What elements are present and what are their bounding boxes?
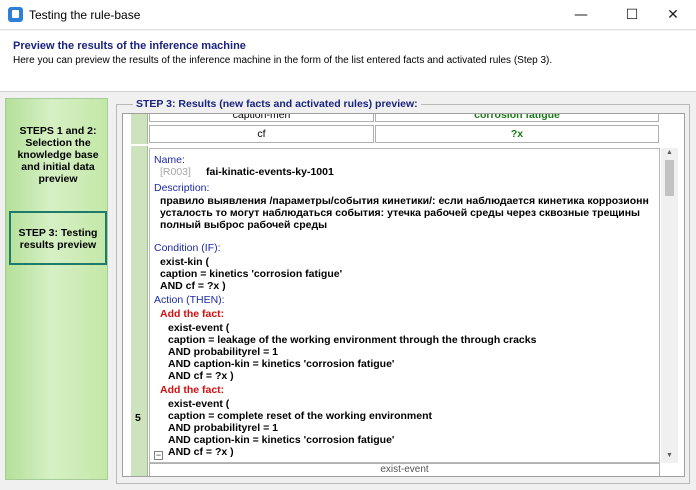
description-line: правило выявления /параметры/события кин… [160,195,649,207]
row-number: 5 [135,412,141,424]
condition-line: AND cf = ?x ) [160,280,226,292]
rule-name: fai-kinatic-events-ky-1001 [206,166,334,178]
rule-code: [R003] [160,166,191,178]
cell-cf: cf [149,125,374,143]
add-fact-label: Add the fact: [160,308,225,320]
row-header [131,114,148,144]
name-label: Name: [154,154,185,166]
condition-line: exist-kin ( [160,256,210,268]
row-header [131,146,148,476]
cell-caption-men: caption-men [149,114,374,122]
fact-line: caption = leakage of the working environ… [168,334,537,346]
steps-sidebar: STEPS 1 and 2: Selection the knowledge b… [5,98,108,480]
description-line: полный выброс рабочей среды [160,219,328,231]
app-icon [8,7,23,22]
header-title: Preview the results of the inference mac… [13,40,246,52]
scroll-thumb[interactable] [665,160,674,196]
vertical-scrollbar[interactable]: ▲ ▼ [661,148,678,463]
rule-detail: Name: [R003] fai-kinatic-events-ky-1001 … [149,148,660,463]
results-grid[interactable]: caption-men corrosion fatigue cf ?x 5 Na… [122,113,685,477]
fact-line: AND probabilityrel = 1 [168,346,278,358]
cell-corrosion-fatigue: corrosion fatigue [375,114,659,122]
fact-line: AND cf = ?x ) [168,370,234,382]
action-label: Action (THEN): [154,294,225,306]
description-label: Description: [154,182,210,194]
description-line: усталость то могут наблюдаться события: … [160,207,641,219]
add-fact-label: Add the fact: [160,384,225,396]
fact-line: AND caption-kin = kinetics 'corrosion fa… [168,434,395,446]
fact-line: AND cf = ?x ) [168,446,234,458]
fact-line: AND caption-kin = kinetics 'corrosion fa… [168,358,395,370]
step-1-2-item[interactable]: STEPS 1 and 2: Selection the knowledge b… [9,125,107,185]
fact-line: caption = complete reset of the working … [168,410,433,422]
next-row-caption: exist-event [149,463,660,476]
window-title: Testing the rule-base [29,8,141,22]
condition-label: Condition (IF): [154,242,221,254]
scroll-down-icon[interactable]: ▼ [661,452,678,459]
maximize-button[interactable]: ☐ [609,0,655,30]
header-description: Here you can preview the results of the … [13,55,553,66]
fact-line: exist-event ( [168,398,230,410]
header-panel: Preview the results of the inference mac… [0,31,696,92]
results-group-title: STEP 3: Results (new facts and activated… [133,98,421,110]
condition-line: caption = kinetics 'corrosion fatigue' [160,268,343,280]
scroll-up-icon[interactable]: ▲ [661,149,678,156]
title-bar: Testing the rule-base — ☐ ✕ [0,0,696,30]
collapse-icon[interactable]: − [154,451,163,460]
close-button[interactable]: ✕ [650,0,696,30]
fact-line: AND probabilityrel = 1 [168,422,278,434]
fact-line: exist-event ( [168,322,230,334]
minimize-button[interactable]: — [558,0,604,30]
cell-cf-value: ?x [375,125,659,143]
step-3-item[interactable]: STEP 3: Testing results preview [9,211,107,265]
